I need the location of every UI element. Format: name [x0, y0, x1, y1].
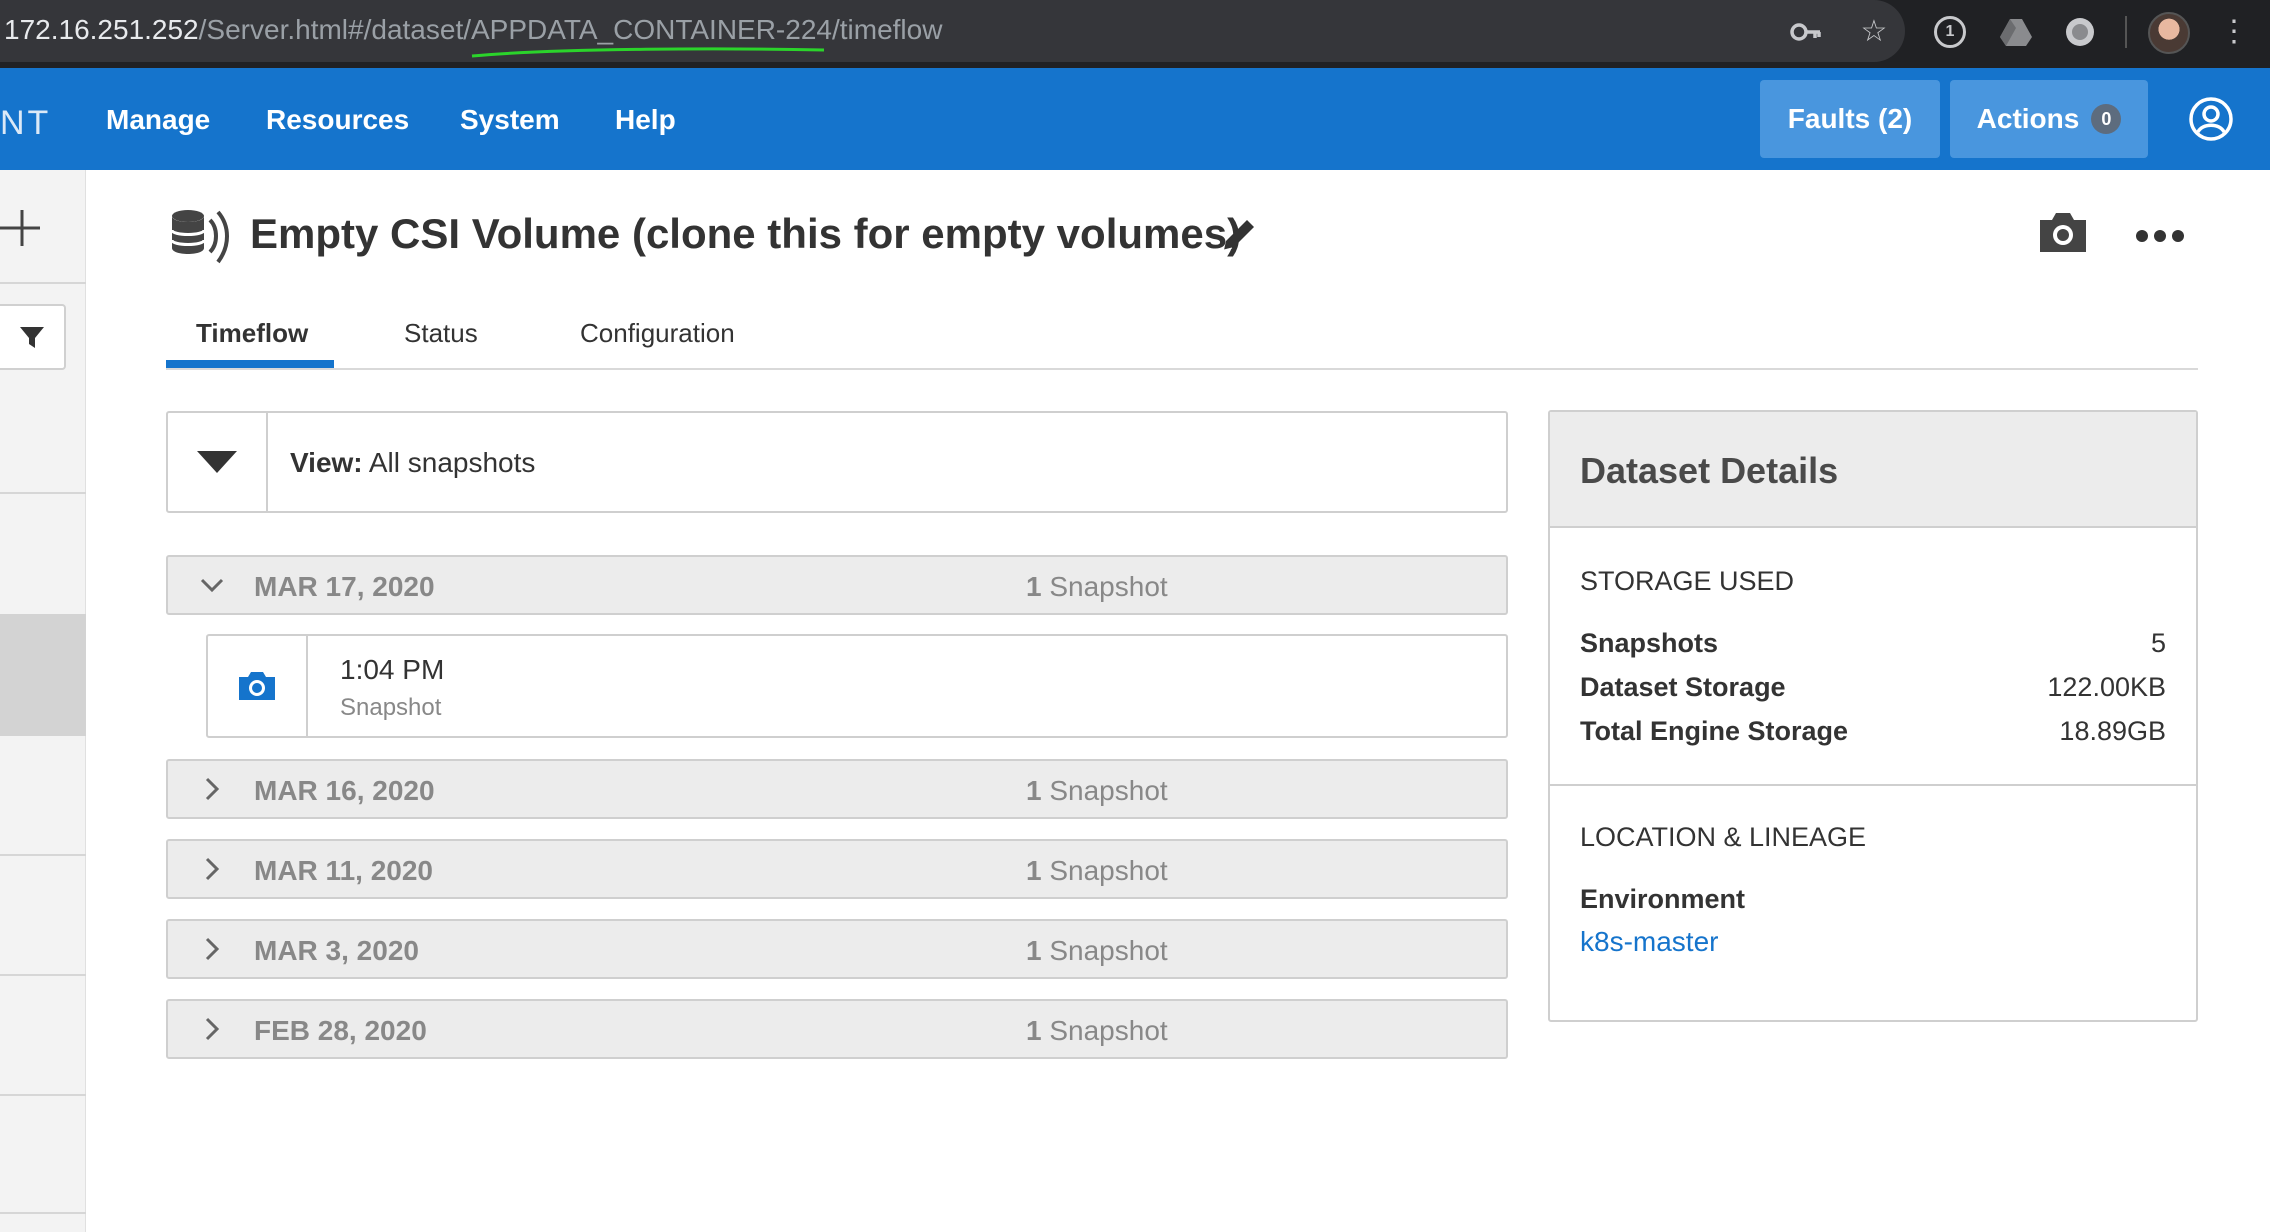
sidebar-divider — [0, 492, 86, 494]
page-title: Empty CSI Volume (clone this for empty v… — [250, 210, 1242, 257]
chevron-right-icon — [205, 777, 220, 801]
sidebar-divider — [0, 1212, 86, 1214]
snapshots-value: 5 — [2150, 628, 2166, 658]
snapshot-icon-cell — [208, 636, 308, 736]
tab-timeflow[interactable]: Timeflow — [196, 318, 308, 349]
filter-button[interactable] — [0, 304, 66, 370]
nav-help[interactable]: Help — [615, 104, 676, 136]
chevron-right-icon — [205, 1017, 220, 1041]
key-icon[interactable] — [1788, 14, 1824, 50]
caret-down-icon — [197, 451, 237, 473]
chevron-right-icon — [205, 937, 220, 961]
timeflow-group[interactable]: MAR 11, 2020 1 Snapshot — [166, 839, 1508, 899]
snapshot-type: Snapshot — [340, 694, 442, 721]
view-toggle-button[interactable] — [168, 413, 268, 511]
address-bar[interactable]: 172.16.251.252/Server.html#/dataset/APPD… — [0, 0, 1905, 62]
group-date: MAR 17, 2020 — [254, 571, 435, 602]
view-filter-dropdown[interactable]: View: All snapshots — [166, 411, 1508, 513]
timeflow-group[interactable]: MAR 17, 2020 1 Snapshot — [166, 555, 1508, 615]
tab-bar: Timeflow Status Configuration — [166, 310, 2198, 370]
sidebar-divider — [0, 282, 86, 284]
sidebar-divider — [0, 974, 86, 976]
group-date: MAR 11, 2020 — [254, 855, 433, 886]
take-snapshot-camera-icon[interactable] — [2036, 210, 2090, 254]
nav-system[interactable]: System — [460, 104, 560, 136]
snapshot-time: 1:04 PM — [340, 654, 445, 685]
group-snapshot-count: 1 Snapshot — [1026, 855, 1168, 886]
snapshot-row[interactable]: 1:04 PM Snapshot — [206, 634, 1508, 738]
group-snapshot-count: 1 Snapshot — [1026, 1015, 1168, 1046]
tab-configuration[interactable]: Configuration — [580, 318, 735, 349]
brand-logo-fragment: NT — [0, 104, 52, 142]
more-options-icon[interactable] — [2134, 228, 2186, 244]
chevron-right-icon — [205, 857, 220, 881]
details-header: Dataset Details — [1550, 412, 2196, 528]
extension-circle-icon[interactable] — [2062, 14, 2098, 50]
toolbar-separator — [2125, 16, 2127, 48]
url-text[interactable]: 172.16.251.252/Server.html#/dataset/APPD… — [4, 14, 942, 46]
environment-link[interactable]: k8s-master — [1580, 926, 1718, 958]
location-section-heading: LOCATION & LINEAGE — [1580, 822, 1867, 852]
dataset-storage-label: Dataset Storage — [1580, 672, 1786, 702]
add-icon[interactable] — [0, 206, 44, 250]
nav-manage[interactable]: Manage — [106, 104, 210, 136]
timeflow-group[interactable]: MAR 3, 2020 1 Snapshot — [166, 919, 1508, 979]
storage-section-heading: STORAGE USED — [1580, 566, 1795, 596]
faults-button[interactable]: Faults (2) — [1760, 80, 1940, 158]
star-icon[interactable]: ☆ — [1856, 14, 1892, 50]
timeflow-group[interactable]: MAR 16, 2020 1 Snapshot — [166, 759, 1508, 819]
total-engine-storage-value: 18.89GB — [2059, 716, 2166, 746]
group-snapshot-count: 1 Snapshot — [1026, 775, 1168, 806]
active-tab-indicator — [166, 360, 334, 368]
chevron-down-icon — [200, 578, 224, 593]
actions-button[interactable]: Actions 0 — [1950, 80, 2148, 158]
timeflow-group[interactable]: FEB 28, 2020 1 Snapshot — [166, 999, 1508, 1059]
profile-avatar[interactable] — [2148, 12, 2190, 54]
left-sidebar — [0, 170, 86, 1232]
group-date: MAR 16, 2020 — [254, 775, 435, 806]
menu-kebab-icon[interactable]: ⋮ — [2216, 14, 2252, 50]
sidebar-selected-item[interactable] — [0, 614, 86, 736]
group-snapshot-count: 1 Snapshot — [1026, 935, 1168, 966]
annotation-underline — [471, 47, 825, 58]
sidebar-divider — [0, 854, 86, 856]
app-header: NT Manage Resources System Help Faults (… — [0, 68, 2270, 170]
dataset-details-panel: Dataset Details STORAGE USED Snapshots 5… — [1548, 410, 2198, 1022]
group-date: FEB 28, 2020 — [254, 1015, 427, 1046]
group-date: MAR 3, 2020 — [254, 935, 419, 966]
details-divider — [1550, 784, 2196, 786]
snapshot-camera-icon — [239, 672, 275, 700]
group-snapshot-count: 1 Snapshot — [1026, 571, 1168, 602]
nav-resources[interactable]: Resources — [266, 104, 409, 136]
environment-label: Environment — [1580, 884, 1746, 914]
details-title: Dataset Details — [1580, 450, 1839, 491]
total-engine-storage-label: Total Engine Storage — [1580, 716, 1849, 746]
dataset-storage-value: 122.00KB — [2047, 672, 2166, 702]
sidebar-divider — [0, 1094, 86, 1096]
extension-1-icon[interactable]: 1 — [1934, 16, 1970, 52]
filter-icon — [20, 327, 44, 348]
actions-count-badge: 0 — [2091, 104, 2122, 134]
edit-pencil-icon[interactable] — [1218, 214, 1260, 256]
snapshots-label: Snapshots — [1580, 628, 1719, 658]
user-account-icon[interactable] — [2188, 96, 2234, 142]
view-label: View: All snapshots — [290, 447, 536, 478]
browser-toolbar: 172.16.251.252/Server.html#/dataset/APPD… — [0, 0, 2270, 68]
dataset-container-icon — [170, 210, 229, 264]
tab-status[interactable]: Status — [404, 318, 478, 349]
drive-icon[interactable] — [1998, 14, 2034, 50]
